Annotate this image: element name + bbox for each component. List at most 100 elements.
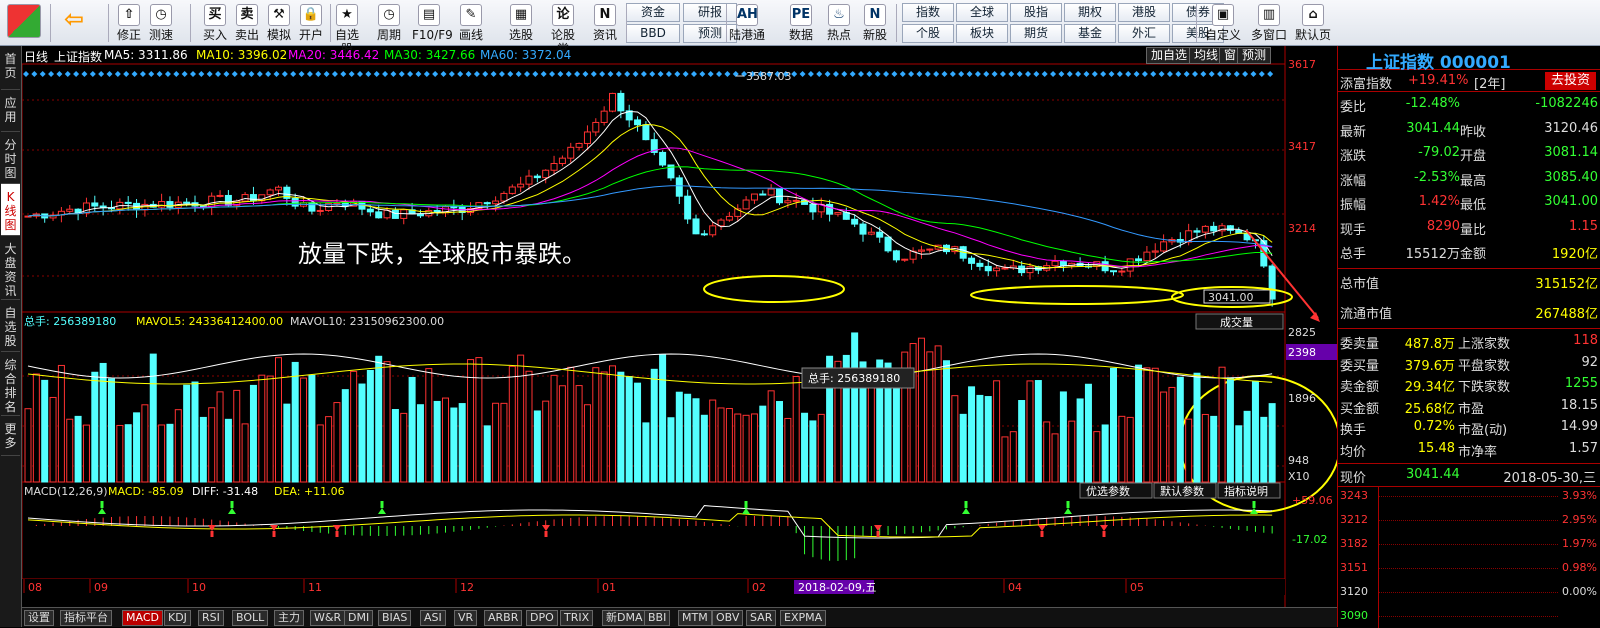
- indicator-tab-11[interactable]: VR: [454, 610, 478, 626]
- toolbar-grid-top-2[interactable]: 股指: [1010, 3, 1062, 22]
- candle: [1151, 250, 1159, 253]
- indicator-tab-3[interactable]: KDJ: [164, 610, 191, 626]
- indicator-tab-0[interactable]: 设置: [24, 610, 54, 626]
- candle: [575, 142, 583, 148]
- toolbar-small-top-0[interactable]: 资金: [626, 3, 680, 22]
- volume-tooltip-text: 总手: 256389180: [808, 371, 900, 385]
- toolbar-1-button[interactable]: ◷ 测速: [144, 2, 178, 44]
- signal-marker: [707, 71, 714, 77]
- toolbar-b3-0-button[interactable]: ▣ 自定义: [1202, 2, 1244, 44]
- quote-label: 涨跌: [1340, 149, 1367, 164]
- toolbar-b3-1-button[interactable]: ▥ 多窗口: [1248, 2, 1290, 44]
- toolbar-grid-top-1[interactable]: 全球: [956, 3, 1008, 22]
- toolbar-grid-bot-1[interactable]: 板块: [956, 24, 1008, 43]
- toolbar-grid-bot-2[interactable]: 期货: [1010, 24, 1062, 43]
- indicator-tab-12[interactable]: ARBR: [484, 610, 523, 626]
- macd-cross-up-icon: [1100, 525, 1108, 537]
- toolbar-12-button[interactable]: N 资讯: [588, 2, 622, 44]
- indicator-tab-15[interactable]: 新DMA: [602, 610, 647, 626]
- left-nav-item-2[interactable]: 分时图: [1, 132, 20, 184]
- toolbar-b3-2-button[interactable]: ⌂ 默认页: [1292, 2, 1334, 44]
- toolbar-0-button[interactable]: ⇧ 修正: [112, 2, 146, 44]
- signal-marker: [941, 71, 948, 77]
- volume-bar: [308, 374, 316, 483]
- indicator-tab-9[interactable]: BIAS: [378, 610, 412, 626]
- indicator-tab-19[interactable]: SAR: [746, 610, 777, 626]
- toolbar-grid-bot-4[interactable]: 外汇: [1118, 24, 1170, 43]
- toolbar-6-button[interactable]: ★ 自选股: [330, 2, 364, 56]
- toolbar-10-button[interactable]: ▦ 选股: [504, 2, 538, 44]
- indicator-tab-6[interactable]: 主力: [274, 610, 304, 626]
- toolbar-grid-top-4[interactable]: 港股: [1118, 3, 1170, 22]
- kline-chart[interactable]: 放量下跌，全球股市暴跌。 3587.03 3041.00 3617 3417 3214 总手…: [22, 46, 1337, 607]
- toolbar-10-icon: ▦: [510, 4, 532, 26]
- toolbar-3-button[interactable]: 卖卖出: [230, 2, 264, 44]
- toolbar-b2-1-button[interactable]: PE 数据: [782, 2, 820, 44]
- candle: [266, 189, 274, 196]
- toolbar-b2-0-button[interactable]: AH 陆港通: [728, 2, 766, 44]
- left-nav-item-6[interactable]: 综合排名: [1, 352, 20, 416]
- indicator-tab-13[interactable]: DPO: [526, 610, 558, 626]
- left-nav-item-7[interactable]: 更多: [1, 416, 20, 456]
- toolbar-4-button[interactable]: ⚒ 模拟: [262, 2, 296, 44]
- toolbar-b2-3-button[interactable]: N 新股: [856, 2, 894, 44]
- indicator-tab-5[interactable]: BOLL: [232, 610, 269, 626]
- toolbar-b2-2-button[interactable]: ♨ 热点: [820, 2, 858, 44]
- toolbar-10-label: 选股: [508, 28, 533, 42]
- toolbar-grid-bot-3[interactable]: 基金: [1064, 24, 1116, 43]
- toolbar-grid-top-3[interactable]: 期权: [1064, 3, 1116, 22]
- volume-bar: [725, 408, 733, 483]
- toolbar-small-bot-0[interactable]: BBD: [626, 24, 680, 43]
- diff-label: DIFF: -31.48: [192, 485, 258, 498]
- signal-marker: [507, 71, 514, 77]
- toolbar-5-button[interactable]: 🔒 开户: [294, 2, 328, 44]
- indicator-tab-2[interactable]: MACD: [122, 610, 163, 626]
- toolbar-grid-bot-0[interactable]: 个股: [902, 24, 954, 43]
- toolbar-9-button[interactable]: ✎ 画线: [454, 2, 488, 44]
- left-nav-item-5[interactable]: 自选股: [1, 300, 20, 352]
- logo-icon[interactable]: [4, 2, 44, 44]
- indicator-tab-16[interactable]: BBI: [644, 610, 671, 626]
- indicator-tab-18[interactable]: OBV: [712, 610, 744, 626]
- info-button-0[interactable]: 加自选: [1146, 47, 1193, 64]
- signal-marker: [540, 71, 547, 77]
- volume-bar: [41, 379, 49, 483]
- toolbar-separator: [726, 4, 727, 42]
- indicator-tab-10[interactable]: ASI: [420, 610, 446, 626]
- invest-button[interactable]: 去投资: [1545, 72, 1597, 90]
- volume-bar: [709, 399, 717, 483]
- toolbar-7-button[interactable]: ◷ 周期: [372, 2, 406, 44]
- volume-bar: [892, 385, 900, 483]
- toolbar-2-button[interactable]: 买买入: [198, 2, 232, 44]
- indicator-tab-8[interactable]: DMI: [344, 610, 374, 626]
- candle: [684, 195, 692, 220]
- candle: [542, 169, 550, 179]
- left-nav-item-4[interactable]: 大盘资讯: [1, 236, 20, 300]
- left-nav-item-1[interactable]: 应用: [1, 90, 20, 132]
- indicator-tab-20[interactable]: EXPMA: [780, 610, 827, 626]
- volume-bar: [1076, 398, 1084, 483]
- toolbar-b2-2-icon: ♨: [828, 4, 850, 26]
- x-axis-label: 04: [1008, 581, 1022, 594]
- volume-bar: [508, 365, 516, 483]
- volume-bar: [550, 374, 558, 483]
- candle: [1210, 225, 1218, 232]
- toolbar-11-button[interactable]: 论论股堂: [546, 2, 580, 56]
- info-button-1[interactable]: 均线: [1189, 47, 1224, 64]
- indicator-tab-17[interactable]: MTM: [678, 610, 712, 626]
- back-button[interactable]: ⇦: [54, 2, 94, 44]
- toolbar-grid-top-0[interactable]: 指数: [902, 3, 954, 22]
- indicator-tab-1[interactable]: 指标平台: [60, 610, 112, 626]
- indicator-tab-4[interactable]: RSI: [198, 610, 224, 626]
- candle: [1026, 266, 1034, 274]
- candle: [834, 212, 842, 215]
- indicator-tab-7[interactable]: W&R: [310, 610, 346, 626]
- left-nav-item-0[interactable]: 首页: [1, 46, 20, 90]
- left-nav-item-3[interactable]: K线图: [1, 184, 20, 236]
- info-button-3[interactable]: 预测: [1237, 47, 1272, 64]
- candle: [1135, 258, 1143, 262]
- toolbar-8-button[interactable]: ▤ F10/F9: [412, 2, 453, 44]
- volume-bar: [784, 417, 792, 483]
- mini-axis-label: 3212: [1340, 513, 1368, 526]
- indicator-tab-14[interactable]: TRIX: [560, 610, 594, 626]
